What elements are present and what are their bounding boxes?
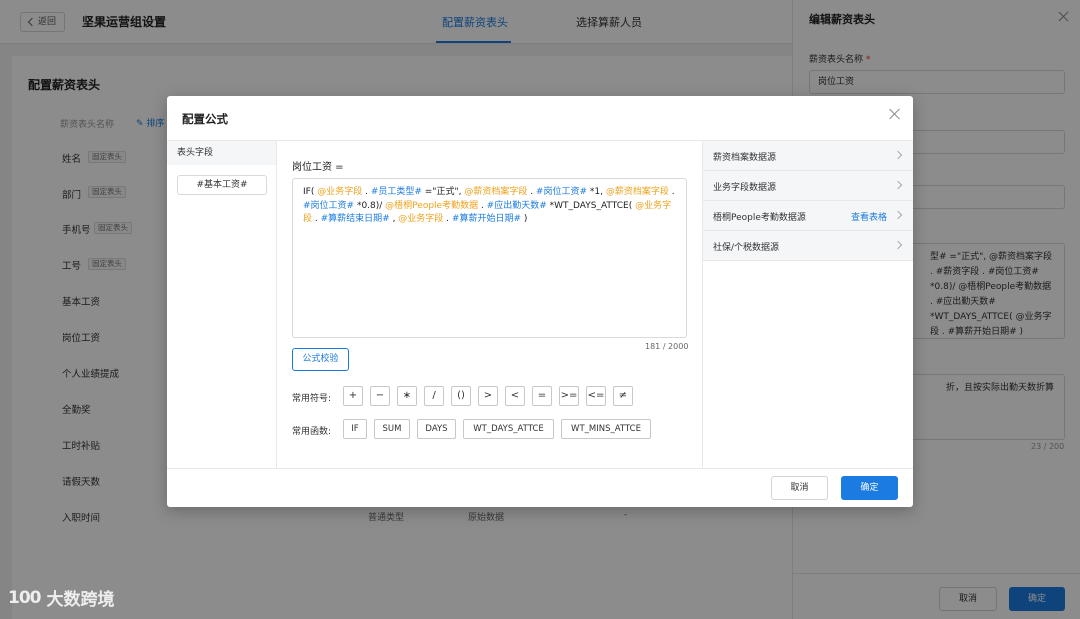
source-label: 梧桐People考勤数据源 (713, 213, 806, 223)
fn-sum-button[interactable]: SUM (374, 419, 410, 439)
formula-text-token: IF( (303, 187, 318, 197)
formula-field-token: #算薪开始日期# (451, 214, 521, 224)
formula-field-token: #员工类型# (370, 187, 422, 197)
formula-modal: 配置公式 表头字段 #基本工资# 岗位工资 = IF( @业务字段 . #员工类… (167, 96, 913, 507)
formula-text-token: . (443, 214, 452, 224)
symbol-minus-button[interactable]: − (370, 386, 390, 406)
formula-variable-token: @薪资档案字段 (464, 187, 528, 197)
source-label: 社保/个税数据源 (713, 243, 780, 253)
symbol-neq-button[interactable]: ≠ (613, 386, 633, 406)
symbol-multiply-button[interactable]: ∗ (397, 386, 417, 406)
formula-variable-token: @业务字段 (317, 187, 363, 197)
formula-text-token: . (362, 187, 371, 197)
modal-header: 配置公式 (167, 96, 913, 141)
source-label: 业务字段数据源 (713, 183, 777, 193)
source-social-tax[interactable]: 社保/个税数据源 (703, 231, 913, 261)
symbol-gt-button[interactable]: > (478, 386, 498, 406)
fn-wt-days-attce-button[interactable]: WT_DAYS_ATTCE (463, 419, 554, 439)
symbol-gte-button[interactable]: >= (559, 386, 579, 406)
formula-text-token: ="正式", (421, 187, 465, 197)
chevron-right-icon (893, 240, 903, 250)
symbol-parens-button[interactable]: () (451, 386, 471, 406)
formula-editor[interactable]: IF( @业务字段 . #员工类型# ="正式", @薪资档案字段 . #岗位工… (292, 178, 687, 338)
symbol-lt-button[interactable]: < (505, 386, 525, 406)
source-wutong-attendance[interactable]: 梧桐People考勤数据源 查看表格 (703, 201, 913, 231)
formula-variable-token: @梧桐People考勤数据 (385, 200, 479, 211)
fn-if-button[interactable]: IF (343, 419, 367, 439)
symbol-eq-button[interactable]: = (532, 386, 552, 406)
formula-text-token: *WT_DAYS_ATTCE( (546, 200, 636, 211)
functions-label: 常用函数: (292, 427, 332, 437)
source-salary-archive[interactable]: 薪资档案数据源 (703, 141, 913, 171)
modal-ok-button[interactable]: 确定 (841, 476, 898, 500)
formula-field-token: #岗位工资# (535, 187, 588, 197)
fn-days-button[interactable]: DAYS (417, 419, 456, 439)
chevron-right-icon (893, 180, 903, 190)
validate-formula-button[interactable]: 公式校验 (292, 348, 349, 371)
symbol-divide-button[interactable]: / (424, 386, 444, 406)
formula-label: 岗位工资 = (292, 162, 344, 173)
source-business-field[interactable]: 业务字段数据源 (703, 171, 913, 201)
symbol-lte-button[interactable]: <= (586, 386, 606, 406)
formula-text-token: ) (521, 214, 528, 224)
watermark-text: 大数跨境 (46, 590, 115, 610)
chevron-right-icon (893, 210, 903, 220)
formula-field-token: #应出勤天数# (486, 200, 547, 211)
formula-field-token: #算薪结束日期# (320, 214, 390, 224)
data-source-panel: 薪资档案数据源 业务字段数据源 梧桐People考勤数据源 查看表格 社保/个税… (702, 141, 913, 468)
formula-variable-token: @业务字段 (398, 214, 444, 224)
fn-wt-mins-attce-button[interactable]: WT_MINS_ATTCE (561, 419, 651, 439)
header-fields-panel: 表头字段 #基本工资# (167, 141, 277, 468)
formula-text-token: . (527, 187, 536, 197)
field-chip-base-salary[interactable]: #基本工资# (177, 175, 267, 195)
header-fields-title: 表头字段 (167, 141, 276, 165)
watermark-logo: 100 (8, 587, 41, 608)
source-label: 薪资档案数据源 (713, 153, 777, 163)
formula-field-token: #岗位工资# (303, 200, 355, 211)
formula-text-token: . (312, 214, 321, 224)
formula-text-token: . (478, 200, 487, 211)
formula-text-token: , (389, 214, 399, 224)
formula-text-token: . (668, 187, 675, 197)
formula-variable-token: @薪资档案字段 (605, 187, 669, 197)
chevron-right-icon (893, 150, 903, 160)
view-table-link[interactable]: 查看表格 (851, 210, 887, 223)
watermark: 100 大数跨境 (8, 585, 115, 611)
close-icon[interactable] (888, 107, 902, 121)
modal-title: 配置公式 (182, 112, 228, 126)
formula-char-count: 181 / 2000 (645, 342, 689, 351)
modal-cancel-button[interactable]: 取消 (771, 476, 828, 500)
symbol-plus-button[interactable]: + (343, 386, 363, 406)
symbols-label: 常用符号: (292, 394, 332, 404)
formula-text-token: *0.8)/ (354, 200, 386, 211)
formula-text-token: *1, (587, 187, 606, 197)
